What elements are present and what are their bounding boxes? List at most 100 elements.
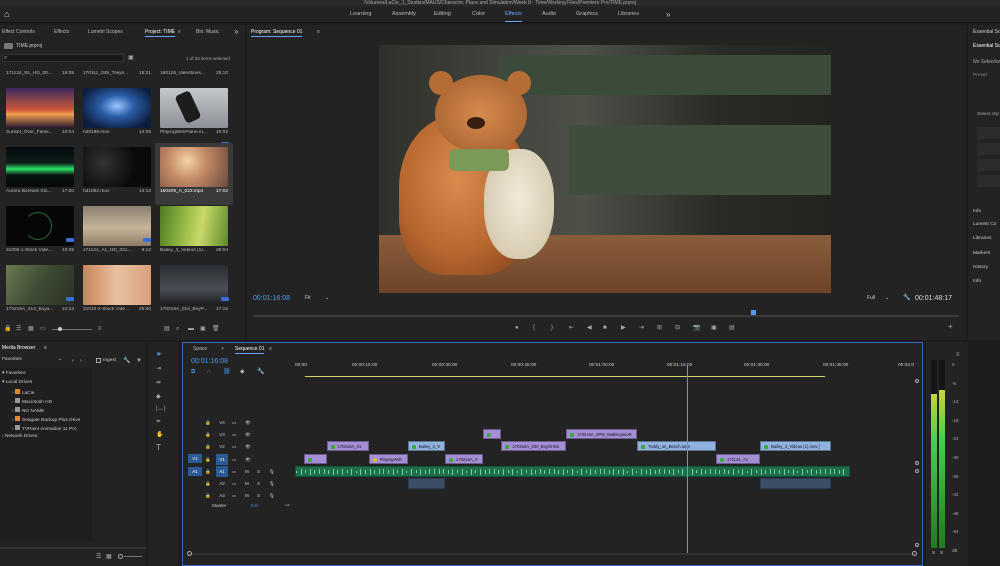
scroll-handle-mid[interactable] — [915, 461, 919, 465]
sound-type-button[interactable] — [977, 175, 1000, 187]
workspace-graphics[interactable]: Graphics — [576, 6, 598, 23]
workspace-audio[interactable]: Audio — [542, 6, 556, 23]
track-label[interactable]: V2 — [216, 441, 228, 452]
scroll-handle-mid2[interactable] — [915, 469, 919, 473]
razor-tool-icon[interactable]: ◆ — [156, 394, 161, 400]
track-header-a3[interactable]: 🔒 A3 ▭ M S 🎙 — [205, 490, 295, 501]
list-item[interactable]: 170111_049_Tokyo... 15:21 — [83, 71, 151, 76]
master-nav-icon[interactable]: ⇿ — [285, 503, 290, 509]
mute-button[interactable]: M — [245, 478, 249, 489]
list-item[interactable]: 31010-2-Stock Vide... 25:00 — [83, 307, 151, 312]
list-item[interactable]: 170216A_016_BoyP... 17:15 — [160, 307, 228, 312]
timeline-clip[interactable]: PlayingWith — [368, 453, 408, 464]
tab-essential-sound[interactable]: Essential Sound — [973, 29, 1000, 35]
step-back-icon[interactable]: ◀ — [587, 325, 592, 331]
lock-icon[interactable]: 🔒 — [4, 326, 11, 332]
video-frame[interactable] — [379, 45, 831, 293]
workspace-learning[interactable]: Learning — [350, 6, 371, 23]
icon-view-icon[interactable]: ▦ — [28, 326, 34, 332]
track-header-v3[interactable]: 🔒 V3 ▭ 👁 — [205, 429, 295, 440]
timeline-clip[interactable]: 170216A_0PM_WalkingIntoR — [565, 429, 638, 440]
scroll-handle-bottom[interactable] — [915, 543, 919, 547]
track-select-tool-icon[interactable]: ⇥ — [156, 366, 161, 372]
tree-item[interactable]: › TVPaint Animation 11 Pro — [12, 425, 77, 432]
tabs-more-icon[interactable]: » — [234, 25, 238, 39]
tab-lumetri-scopes[interactable]: Lumetri Scopes — [88, 25, 123, 39]
snap-icon[interactable]: ∩ — [207, 369, 211, 375]
sync-lock-icon[interactable]: ▭ — [232, 466, 236, 477]
icon-view-icon[interactable]: ▦ — [106, 554, 112, 560]
list-view-icon[interactable]: ☰ — [96, 554, 101, 560]
work-area-bar[interactable] — [305, 376, 825, 377]
new-bin-icon[interactable]: ▬ — [188, 326, 194, 332]
scroll-handle-top[interactable] — [915, 379, 919, 383]
tab-bin-music[interactable]: Bin: Music — [196, 25, 219, 39]
workspace-assembly[interactable]: Assembly — [392, 6, 416, 23]
track-lock-icon[interactable]: 🔒 — [205, 441, 211, 452]
timeline-playhead[interactable] — [686, 365, 688, 555]
panel-menu-icon[interactable]: ≡ — [269, 342, 272, 356]
vertical-scrollbar[interactable] — [915, 379, 919, 549]
track-header-v4[interactable]: 🔒 V4 ▭ 👁 — [205, 417, 295, 428]
sync-lock-icon[interactable]: ▭ — [232, 478, 236, 489]
list-item[interactable]: PlayingWithPlane.m... 10:02 — [160, 130, 228, 135]
scroll-handle-right[interactable] — [912, 551, 917, 556]
panel-menu-icon[interactable]: ≡ — [956, 352, 960, 358]
solo-button[interactable]: S — [257, 490, 260, 501]
pen-tool-icon[interactable]: ✒ — [156, 419, 161, 425]
wrench-icon[interactable]: 🔧 — [903, 295, 910, 301]
list-item[interactable]: 190126_Valentines... 25:10 — [160, 71, 228, 76]
sound-type-button[interactable] — [977, 143, 1000, 155]
scroll-handle-left[interactable] — [187, 551, 192, 556]
timeline-clip[interactable]: 171124_A1 — [715, 453, 760, 464]
mute-button[interactable]: M — [245, 490, 249, 501]
zoom-slider[interactable] — [124, 556, 142, 557]
time-ruler[interactable]: 00:00 00:00:15:00 00:00:30:00 00:00:45:0… — [295, 363, 915, 377]
thumbnail-31005[interactable] — [6, 206, 74, 246]
tree-item[interactable]: › NO NAME — [12, 407, 44, 414]
stop-icon[interactable]: ■ — [603, 325, 607, 331]
program-playhead[interactable] — [750, 310, 756, 315]
master-value[interactable]: 0.0 — [251, 504, 258, 509]
program-scrubber[interactable] — [253, 315, 959, 317]
solo-left-button[interactable]: S — [932, 551, 935, 556]
panel-lumetri-color[interactable]: Lumetri Co — [973, 222, 996, 227]
timeline-timecode[interactable]: 00:01:16:08 — [191, 358, 228, 365]
panel-info-2[interactable]: Info — [973, 279, 981, 284]
track-lock-icon[interactable]: 🔒 — [205, 429, 211, 440]
tab-project-time[interactable]: Project: TIME — [145, 25, 176, 39]
panel-libraries[interactable]: Libraries — [973, 236, 991, 241]
track-label[interactable]: A3 — [216, 490, 228, 501]
horizontal-scrollbar[interactable] — [189, 553, 917, 555]
thumbnail-31010[interactable] — [83, 265, 151, 305]
sound-type-button[interactable] — [977, 127, 1000, 139]
panel-markers[interactable]: Markers — [973, 251, 990, 256]
track-header-v1[interactable]: 🔒 V1 ▭ 👁 — [205, 453, 295, 465]
track-lock-icon[interactable]: 🔒 — [205, 466, 211, 477]
panel-menu-icon[interactable]: ≡ — [44, 345, 47, 351]
tree-item[interactable]: › Network Drives — [2, 434, 37, 439]
track-header-v2[interactable]: 🔒 V2 ▭ 👁 — [205, 441, 295, 452]
timeline-settings-icon[interactable]: 🔧 — [257, 369, 264, 375]
track-lock-icon[interactable]: 🔒 — [205, 490, 211, 501]
thumbnail-171124-a1[interactable] — [83, 206, 151, 246]
tab-space[interactable]: Space — [193, 342, 207, 356]
tree-item[interactable]: › Seagate Backup Plus Drive — [12, 416, 80, 423]
hand-tool-icon[interactable]: ✋ — [156, 432, 163, 438]
list-item[interactable]: 31005-1-Stock Vide... 19:25 — [6, 248, 74, 253]
tree-item[interactable]: ▾ Local Drives — [2, 380, 32, 385]
track-label[interactable]: V1 — [216, 453, 228, 465]
lift-icon[interactable]: ⊞ — [657, 325, 662, 331]
tab-effect-controls[interactable]: Effect Controls — [2, 25, 35, 39]
panel-menu-icon[interactable]: ≡ — [178, 25, 181, 39]
timeline-clip[interactable]: 170216A_0 — [445, 453, 484, 464]
vr-icon[interactable]: ▤ — [729, 325, 735, 331]
panel-info[interactable]: Info — [973, 209, 981, 214]
thumbnail-bailey[interactable] — [160, 206, 228, 246]
list-item[interactable]: Bailey_3_Videos (1)... 29:04 — [160, 248, 228, 253]
track-header-a1[interactable]: 🔒 A1 ▭ M S 🎙 — [205, 465, 295, 477]
add-marker-icon[interactable]: ◆ — [240, 369, 245, 375]
new-search-bin-icon[interactable]: ▣ — [128, 55, 134, 61]
mute-button[interactable]: M — [245, 466, 249, 477]
timeline-clip[interactable] — [483, 429, 501, 440]
